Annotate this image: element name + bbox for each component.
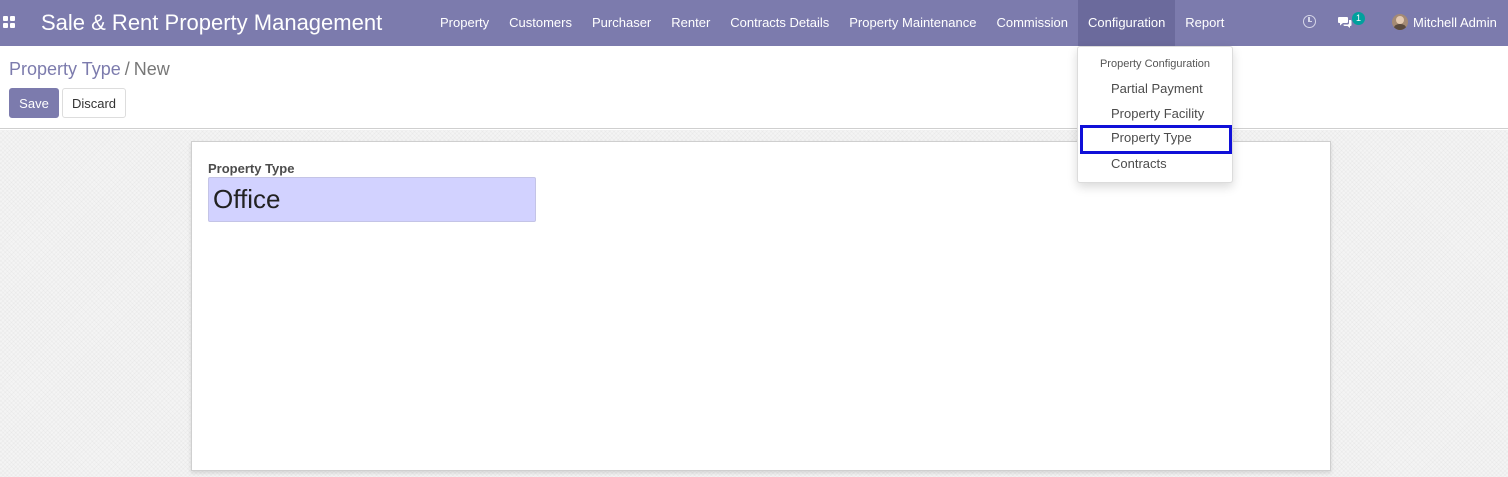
breadcrumb-current: New — [133, 59, 170, 79]
dropdown-header: Property Configuration — [1099, 58, 1211, 70]
dropdown-item-property-type[interactable]: Property Type — [1080, 125, 1232, 154]
dropdown-item-partial-payment[interactable]: Partial Payment — [1080, 76, 1232, 101]
dropdown-item-property-facility[interactable]: Property Facility — [1080, 101, 1232, 126]
user-avatar[interactable] — [1392, 14, 1408, 30]
menu-property[interactable]: Property — [430, 0, 499, 46]
breadcrumb-parent-link[interactable]: Property Type — [9, 59, 121, 79]
menu-contracts-details[interactable]: Contracts Details — [720, 0, 839, 46]
apps-menu-icon[interactable] — [3, 16, 15, 28]
property-type-input[interactable] — [208, 177, 536, 222]
save-button[interactable]: Save — [9, 88, 59, 118]
menu-renter[interactable]: Renter — [661, 0, 720, 46]
configuration-dropdown: Property Configuration Partial Payment P… — [1077, 46, 1233, 183]
menu-property-maintenance[interactable]: Property Maintenance — [839, 0, 986, 46]
control-panel: Property Type / New Save Discard — [0, 46, 1508, 129]
property-type-label: Property Type — [208, 161, 295, 176]
menu-report[interactable]: Report — [1175, 0, 1234, 46]
discard-button[interactable]: Discard — [62, 88, 126, 118]
chat-count-badge: 1 — [1352, 12, 1365, 25]
form-view-background: Property Type — [0, 130, 1508, 477]
app-title: Sale & Rent Property Management — [41, 10, 383, 35]
menu-purchaser[interactable]: Purchaser — [582, 0, 661, 46]
chat-icon[interactable] — [1338, 15, 1352, 29]
top-navbar: Sale & Rent Property Management Property… — [0, 0, 1508, 46]
dropdown-item-contracts[interactable]: Contracts — [1080, 151, 1232, 176]
main-menu: Property Customers Purchaser Renter Cont… — [430, 0, 1234, 46]
breadcrumb: Property Type / New — [9, 59, 170, 80]
menu-configuration[interactable]: Configuration — [1077, 0, 1176, 46]
menu-customers[interactable]: Customers — [499, 0, 582, 46]
breadcrumb-separator: / — [124, 59, 130, 79]
activity-clock-icon[interactable] — [1303, 15, 1316, 28]
form-sheet: Property Type — [191, 141, 1331, 471]
user-menu[interactable]: Mitchell Admin — [1413, 15, 1497, 30]
menu-commission[interactable]: Commission — [986, 0, 1078, 46]
